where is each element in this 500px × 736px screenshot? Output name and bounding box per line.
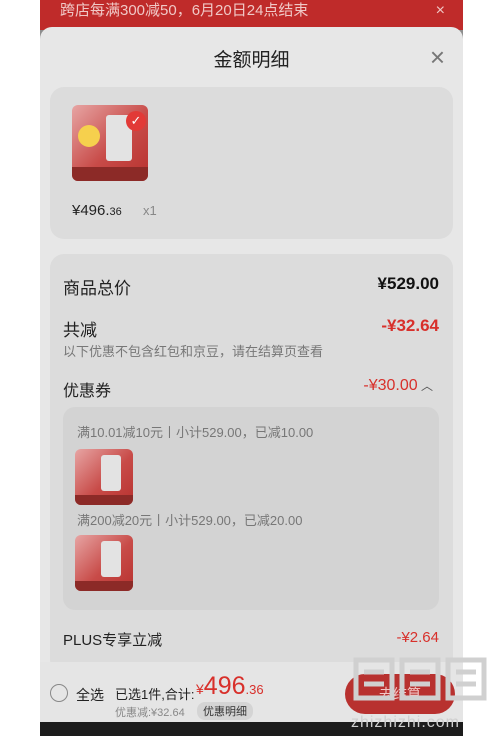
total-decimal: .36 <box>245 682 264 697</box>
promo-text: 跨店每满300减50，6月20日24点结束 <box>60 2 309 19</box>
coupon-toggle[interactable]: -¥30.00 ︿ <box>363 377 433 395</box>
thumbnail-product <box>101 541 121 577</box>
watermark-logo <box>350 652 490 708</box>
coupon-product-thumbnail-2 <box>75 535 133 591</box>
watermark-text: zhizhizhi.com <box>350 714 460 731</box>
select-all-label[interactable]: 全选 <box>76 685 104 705</box>
thumbnail-product <box>101 455 121 491</box>
coupon-product-thumbnail-1 <box>75 449 133 505</box>
select-all-radio[interactable] <box>50 684 68 702</box>
footer-total: ¥496.36 <box>196 672 264 701</box>
sheet-title: 金额明细 <box>213 50 290 71</box>
selection-summary: 已选1件,合计: <box>115 687 195 702</box>
coupon-value: -¥30.00 <box>363 377 418 394</box>
promo-close-icon[interactable]: × <box>436 0 445 22</box>
item-price-main: ¥496. <box>72 202 110 219</box>
amount-detail-sheet: 金额明细 × ✓ ¥496.36 x1 商品总价 ¥529.00 共减 -¥32… <box>40 27 463 727</box>
discount-summary: 优惠减:¥32.64 <box>115 707 185 719</box>
app-screen: 跨店每满300减50，6月20日24点结束 × 金额明细 × ✓ ¥496.36… <box>40 0 463 736</box>
coupon-detail-box: 满10.01减10元丨小计529.00，已减10.00 满200减20元丨小计5… <box>63 407 439 610</box>
thumbnail-band <box>75 495 133 505</box>
reduction-label: 共减 <box>63 321 97 340</box>
price-breakdown-card: 商品总价 ¥529.00 共减 -¥32.64 以下优惠不包含红包和京豆，请在结… <box>50 254 453 674</box>
left-margin <box>0 0 40 736</box>
promo-banner: 跨店每满300减50，6月20日24点结束 × <box>40 0 463 30</box>
total-price-value: ¥529.00 <box>377 274 439 293</box>
total-integer: 496 <box>203 672 246 700</box>
coupon-line-2: 满200减20元丨小计529.00，已减20.00 <box>77 513 303 528</box>
thumbnail-band <box>72 167 148 181</box>
reduction-note: 以下优惠不包含红包和京豆，请在结算页查看 <box>63 344 324 359</box>
plus-discount-value: -¥2.64 <box>396 629 439 646</box>
item-quantity: x1 <box>143 203 157 218</box>
reduction-value: -¥32.64 <box>381 316 439 335</box>
chevron-up-icon: ︿ <box>417 379 433 393</box>
watermark-logo-graphic <box>353 657 487 701</box>
discount-detail-button[interactable]: 优惠明细 <box>197 702 253 720</box>
thumbnail-band <box>75 581 133 591</box>
item-price-decimal: 36 <box>109 206 122 218</box>
item-price: ¥496.36 <box>72 202 122 219</box>
total-currency: ¥ <box>196 681 204 697</box>
thumbnail-badge <box>78 125 100 147</box>
item-card: ✓ ¥496.36 x1 <box>50 87 453 239</box>
total-price-label: 商品总价 <box>63 279 131 298</box>
coupon-label: 优惠券 <box>63 383 112 400</box>
close-icon[interactable]: × <box>430 44 445 70</box>
selected-check-icon: ✓ <box>126 111 146 131</box>
coupon-line-1: 满10.01减10元丨小计529.00，已减10.00 <box>77 425 314 440</box>
right-margin <box>463 0 500 736</box>
plus-discount-label: PLUS专享立减 <box>63 632 163 649</box>
